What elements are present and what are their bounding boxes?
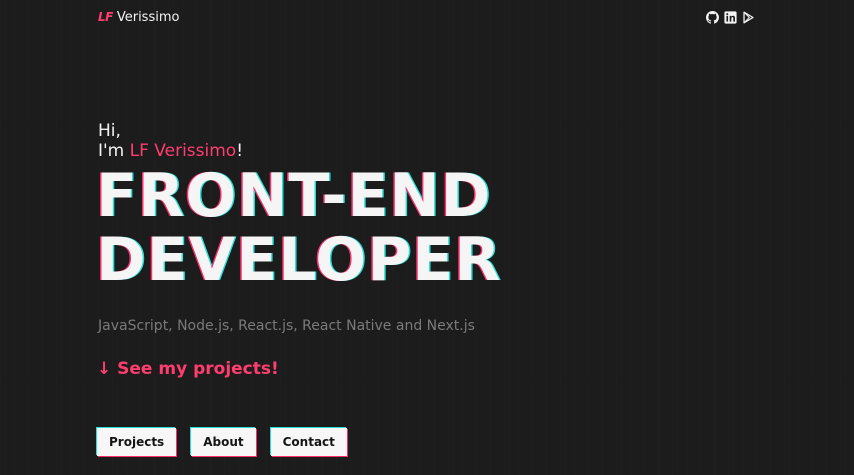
intro-suffix: ! <box>236 141 244 161</box>
page: LF Verissimo Hi, I'm LF Verissimo! FRONT… <box>0 0 854 475</box>
greeting-block: Hi, I'm LF Verissimo! <box>98 121 243 161</box>
github-icon <box>706 11 719 24</box>
github-link[interactable] <box>706 11 719 24</box>
headline-line-1: FRONT-END <box>96 161 492 231</box>
section-nav: Projects About Contact <box>97 428 347 456</box>
about-button[interactable]: About <box>191 428 256 456</box>
intro-line: I'm LF Verissimo! <box>98 141 243 161</box>
linkedin-link[interactable] <box>724 11 737 24</box>
see-projects-link[interactable]: ↓ See my projects! <box>97 359 279 379</box>
projects-button[interactable]: Projects <box>97 428 177 456</box>
google-play-icon <box>743 11 754 24</box>
logo-name: Verissimo <box>116 10 180 25</box>
logo-mark: LF <box>98 10 113 24</box>
headline-line-2: DEVELOPER <box>96 225 502 295</box>
contact-button[interactable]: Contact <box>270 428 347 456</box>
intro-name: LF Verissimo <box>129 141 237 161</box>
greeting: Hi, <box>98 121 121 141</box>
headline: FRONT-END DEVELOPER <box>96 164 501 292</box>
site-logo[interactable]: LF Verissimo <box>98 10 179 25</box>
linkedin-icon <box>724 11 737 24</box>
google-play-link[interactable] <box>742 11 755 24</box>
intro-prefix: I'm <box>98 141 125 161</box>
tech-stack: JavaScript, Node.js, React.js, React Nat… <box>98 318 475 334</box>
social-links <box>706 11 755 24</box>
